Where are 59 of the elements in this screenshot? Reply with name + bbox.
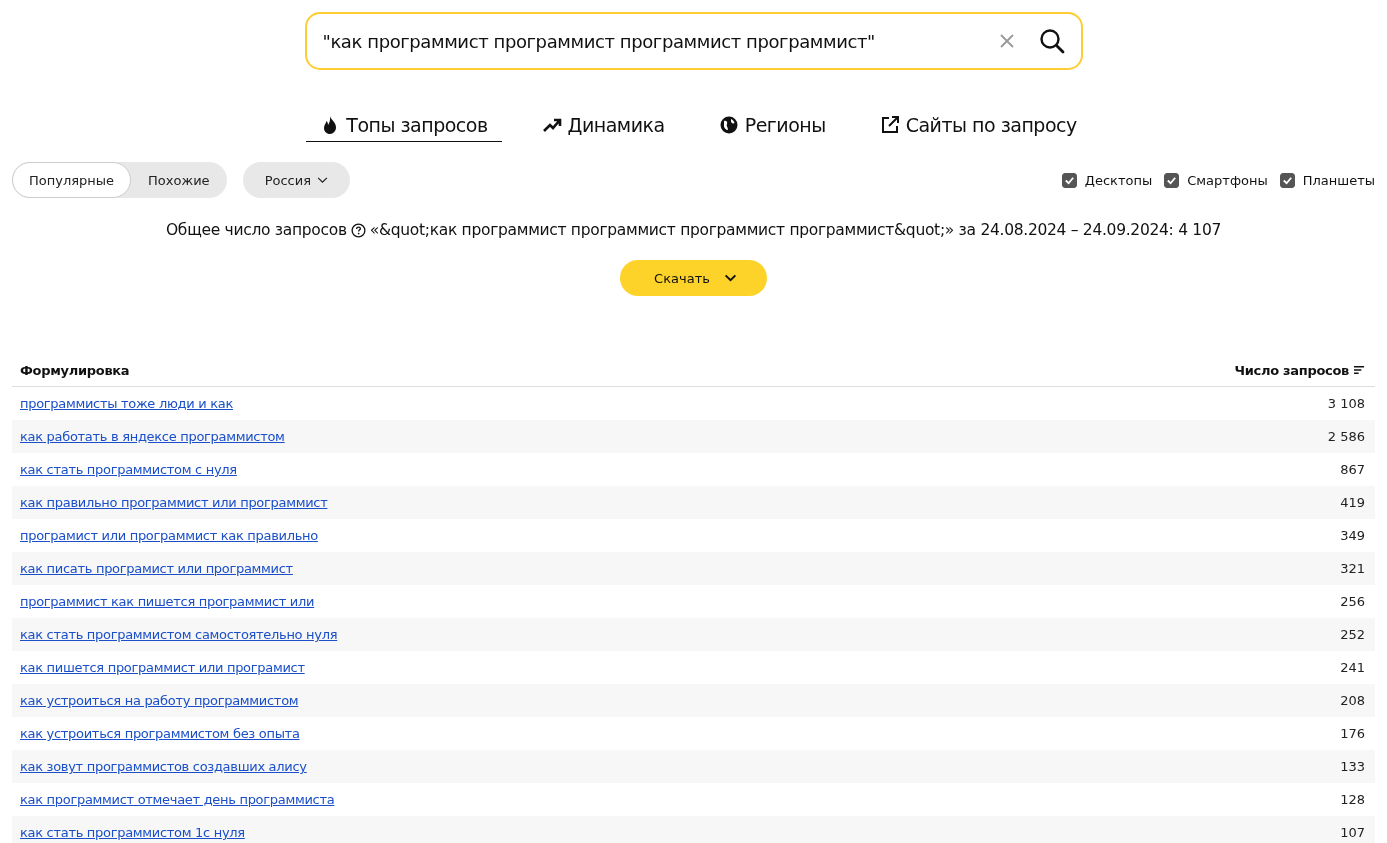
download-button[interactable]: Скачать bbox=[620, 260, 767, 296]
count-cell: 107 bbox=[1340, 825, 1365, 840]
count-cell: 133 bbox=[1340, 759, 1365, 774]
tab[interactable]: Динамика bbox=[527, 114, 679, 142]
count-cell: 252 bbox=[1340, 627, 1365, 642]
count-cell: 208 bbox=[1340, 693, 1365, 708]
count-cell: 867 bbox=[1340, 462, 1365, 477]
check-icon bbox=[1281, 174, 1293, 186]
query-link[interactable]: как писать програмист или программист bbox=[20, 561, 293, 576]
clear-icon[interactable] bbox=[998, 33, 1015, 49]
sort-icon bbox=[1354, 365, 1365, 375]
mode-option[interactable]: Популярные bbox=[12, 162, 132, 198]
query-link[interactable]: программисты тоже люди и как bbox=[20, 396, 233, 411]
count-cell: 256 bbox=[1340, 594, 1365, 609]
summary-text: «&quot;как программист программист программист программист&quot;» за 24.08.2024 – 24.09.2024: 4 107 bbox=[369, 221, 1221, 239]
checkbox[interactable] bbox=[1164, 172, 1180, 188]
query-link[interactable]: как работать в яндексе программистом bbox=[20, 429, 285, 444]
checkbox[interactable] bbox=[1061, 172, 1077, 188]
query-link[interactable]: как устроиться программистом без опыта bbox=[20, 726, 300, 741]
tab[interactable]: Топы запросов bbox=[306, 114, 502, 142]
count-cell: 349 bbox=[1340, 528, 1365, 543]
external-link-icon bbox=[879, 115, 900, 135]
tab[interactable]: Сайты по запросу bbox=[865, 114, 1091, 142]
query-link[interactable]: програмист или программист как правильно bbox=[20, 528, 318, 543]
tab[interactable]: Регионы bbox=[704, 114, 840, 142]
search-icon[interactable] bbox=[1038, 28, 1065, 54]
query-link[interactable]: программист как пишется программист или bbox=[20, 594, 315, 609]
query-link[interactable]: как стать программистом с нуля bbox=[20, 462, 237, 477]
chevron-down-icon bbox=[317, 176, 328, 184]
check-icon bbox=[1166, 174, 1178, 186]
column-header: Формулировка bbox=[20, 362, 130, 378]
count-cell: 3 108 bbox=[1327, 396, 1365, 411]
query-link[interactable]: как зовут программистов создавших алису bbox=[20, 759, 307, 774]
device-label: Планшеты bbox=[1302, 172, 1375, 188]
query-link[interactable]: как пишется программист или програмист bbox=[20, 660, 305, 675]
count-cell: 241 bbox=[1340, 660, 1365, 675]
column-header[interactable]: Число запросов bbox=[1234, 362, 1365, 378]
device-label: Смартфоны bbox=[1187, 172, 1268, 188]
globe-icon bbox=[718, 115, 739, 135]
search-field[interactable]: "как программист программист программист программист" bbox=[320, 29, 999, 53]
count-cell: 321 bbox=[1340, 561, 1365, 576]
count-cell: 419 bbox=[1340, 495, 1365, 510]
device-label: Десктопы bbox=[1084, 172, 1153, 188]
checkbox[interactable] bbox=[1279, 172, 1295, 188]
query-link[interactable]: как стать программистом 1с нуля bbox=[20, 825, 245, 840]
count-cell: 128 bbox=[1340, 792, 1365, 807]
mode-option[interactable]: Похожие bbox=[131, 162, 227, 198]
query-link[interactable]: как стать программистом самостоятельно нуля bbox=[20, 627, 338, 642]
query-link[interactable]: как программист отмечает день программиста bbox=[20, 792, 335, 807]
help-icon[interactable] bbox=[350, 222, 366, 238]
count-cell: 2 586 bbox=[1327, 429, 1365, 444]
query-link[interactable]: как устроиться на работу программистом bbox=[20, 693, 299, 708]
chevron-down-icon bbox=[723, 274, 737, 282]
count-cell: 176 bbox=[1340, 726, 1365, 741]
search-bar[interactable]: "как программист программист программист программист" bbox=[304, 12, 1083, 70]
summary-label: Общее число запросов bbox=[165, 221, 347, 239]
query-link[interactable]: как правильно программист или программист bbox=[20, 495, 328, 510]
check-icon bbox=[1063, 174, 1075, 186]
region-dropdown[interactable]: Россия bbox=[242, 162, 350, 198]
